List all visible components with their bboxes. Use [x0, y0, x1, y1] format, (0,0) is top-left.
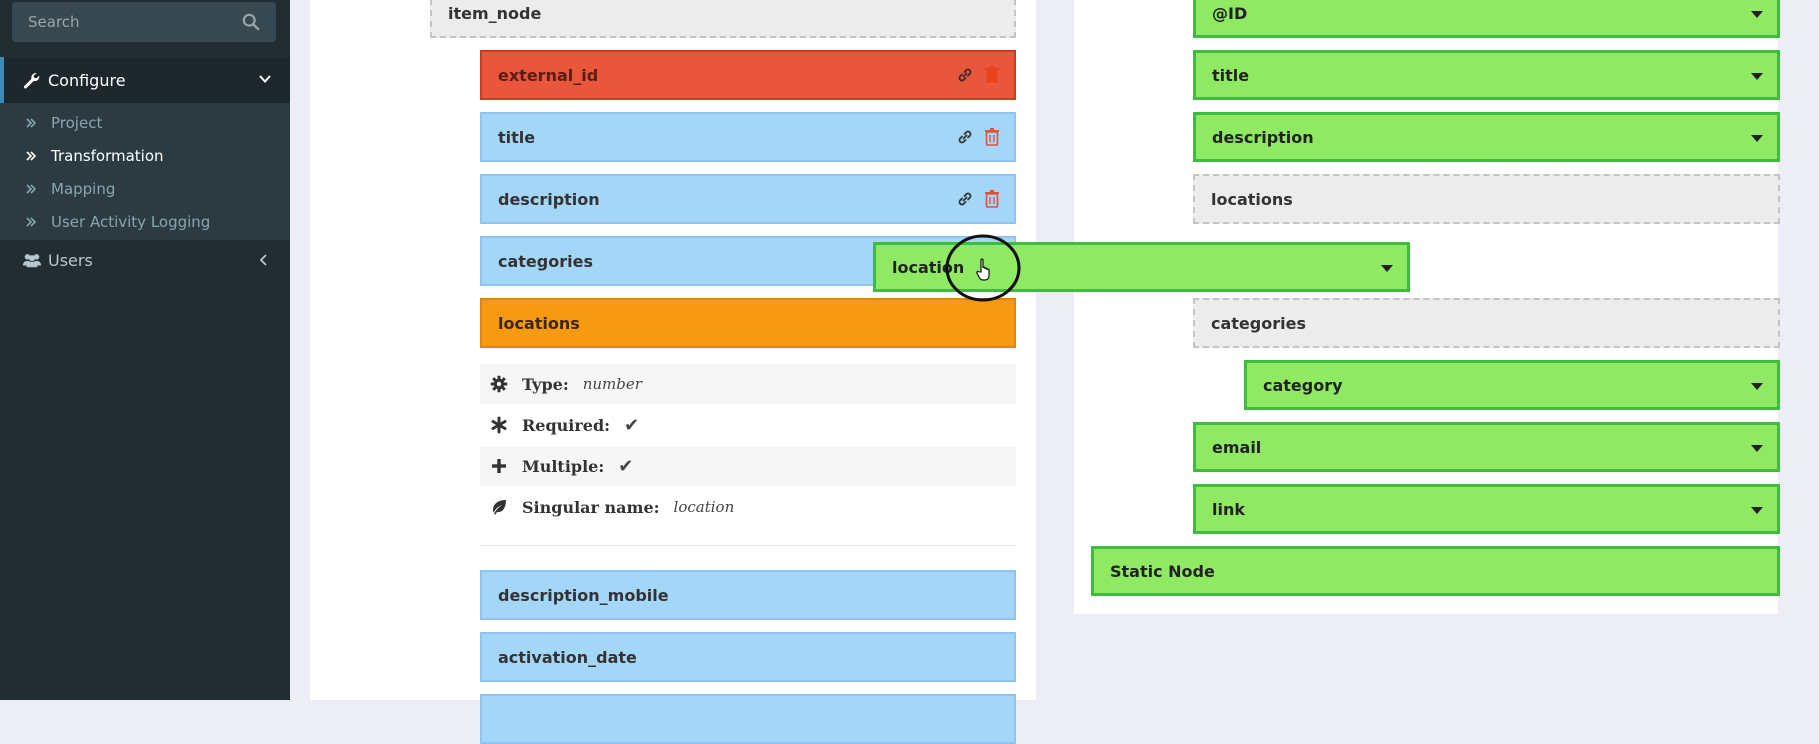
drag-cursor-icon	[945, 234, 1021, 302]
caret-down-icon[interactable]	[1751, 445, 1763, 453]
property-key: Required:	[522, 415, 611, 435]
node-label: category	[1263, 375, 1343, 395]
target-node-categories[interactable]: categories	[1193, 298, 1780, 348]
node-label: description_mobile	[498, 585, 669, 605]
field-node-partial	[480, 694, 1016, 744]
link-icon[interactable]	[956, 66, 974, 84]
node-label: description	[1212, 127, 1314, 147]
target-node-title[interactable]: title	[1193, 50, 1780, 100]
link-icon[interactable]	[956, 128, 974, 146]
node-label: Static Node	[1110, 561, 1215, 581]
search-placeholder: Search	[28, 13, 80, 31]
node-label: activation_date	[498, 647, 637, 667]
field-node-title[interactable]: title	[480, 112, 1016, 162]
field-node-locations[interactable]: locations	[480, 298, 1016, 348]
target-node-email[interactable]: email	[1193, 422, 1780, 472]
node-label: categories	[1211, 313, 1306, 333]
sidebar-item-configure[interactable]: Configure	[0, 57, 290, 103]
property-key: Multiple:	[522, 456, 605, 476]
caret-down-icon[interactable]	[1751, 73, 1763, 81]
plus-icon	[492, 459, 506, 473]
leaf-icon	[493, 500, 506, 515]
trash-icon[interactable]	[984, 128, 1000, 146]
sidebar-item-project[interactable]: Project	[25, 106, 102, 139]
sidebar-item-label: User Activity Logging	[51, 212, 211, 231]
sidebar: Search Configure Project Transformation …	[0, 0, 290, 700]
property-required-row: Required: ✔	[480, 405, 1016, 445]
node-label: @ID	[1212, 3, 1248, 23]
link-icon[interactable]	[956, 190, 974, 208]
trash-icon[interactable]	[984, 66, 1000, 84]
property-multiple-row: Multiple: ✔	[480, 446, 1016, 486]
property-type-row: Type: number	[480, 364, 1016, 404]
caret-down-icon[interactable]	[1751, 135, 1763, 143]
target-node-id[interactable]: @ID	[1193, 0, 1780, 38]
sidebar-item-label: Project	[51, 113, 103, 132]
sidebar-item-label: Users	[48, 250, 93, 270]
node-label: email	[1212, 437, 1262, 457]
target-node-description[interactable]: description	[1193, 112, 1780, 162]
field-node-activation-date[interactable]: activation_date	[480, 632, 1016, 682]
sidebar-item-user-activity-logging[interactable]: User Activity Logging	[25, 205, 210, 238]
node-label: description	[498, 189, 600, 209]
node-label: locations	[1211, 189, 1293, 209]
field-node-external-id[interactable]: external_id	[480, 50, 1016, 100]
field-node-description-mobile[interactable]: description_mobile	[480, 570, 1016, 620]
chevron-down-icon	[259, 75, 271, 83]
asterisk-icon	[491, 416, 507, 434]
property-key: Singular name:	[522, 497, 660, 517]
tree-node-item-node[interactable]: item_node	[430, 0, 1016, 38]
divider	[480, 545, 1016, 546]
node-label: locations	[498, 313, 580, 333]
double-chevron-right-icon	[26, 183, 37, 194]
caret-down-icon[interactable]	[1751, 507, 1763, 515]
sidebar-item-users[interactable]: Users	[0, 242, 290, 278]
gear-icon	[490, 375, 508, 393]
node-label: categories	[498, 251, 593, 271]
node-label: title	[498, 127, 536, 147]
target-node-category[interactable]: category	[1244, 360, 1780, 410]
double-chevron-right-icon	[26, 150, 37, 161]
double-chevron-right-icon	[26, 216, 37, 227]
users-icon	[22, 254, 42, 268]
node-label: title	[1212, 65, 1250, 85]
property-singular-name-row: Singular name: location	[480, 487, 1016, 527]
sidebar-item-label: Transformation	[51, 146, 164, 165]
property-value: location	[673, 498, 735, 516]
sidebar-item-label: Configure	[48, 70, 126, 90]
search-input[interactable]: Search	[12, 2, 276, 42]
search-icon[interactable]	[242, 13, 260, 31]
node-label: link	[1212, 499, 1245, 519]
node-label: external_id	[498, 65, 599, 85]
sidebar-item-label: Mapping	[51, 179, 116, 198]
property-key: Type:	[522, 374, 569, 394]
double-chevron-right-icon	[26, 117, 37, 128]
checkmark-icon: ✔	[624, 414, 640, 436]
wrench-icon	[23, 73, 40, 89]
node-label: item_node	[448, 3, 542, 23]
target-node-static-node[interactable]: Static Node	[1091, 546, 1780, 596]
property-value: number	[582, 375, 642, 393]
trash-icon[interactable]	[984, 190, 1000, 208]
caret-down-icon[interactable]	[1381, 265, 1393, 273]
target-node-link[interactable]: link	[1193, 484, 1780, 534]
chevron-left-icon	[259, 254, 267, 266]
configure-submenu: Project Transformation Mapping User Acti…	[0, 103, 290, 240]
caret-down-icon[interactable]	[1751, 383, 1763, 391]
field-node-description[interactable]: description	[480, 174, 1016, 224]
caret-down-icon[interactable]	[1751, 11, 1763, 19]
checkmark-icon: ✔	[618, 455, 634, 477]
sidebar-item-mapping[interactable]: Mapping	[25, 172, 115, 205]
sidebar-item-transformation[interactable]: Transformation	[25, 139, 164, 172]
target-node-locations[interactable]: locations	[1193, 174, 1780, 224]
